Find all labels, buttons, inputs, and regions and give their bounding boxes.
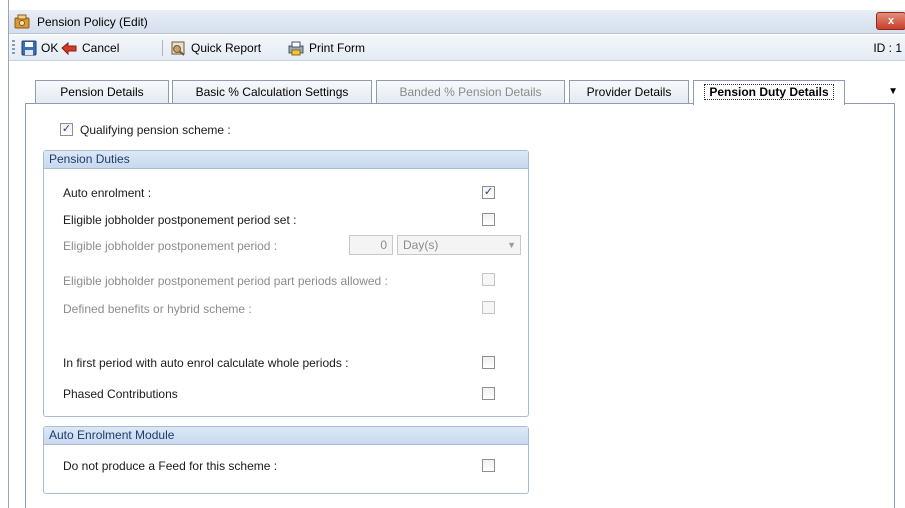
pension-duties-header: Pension Duties: [44, 151, 528, 169]
part-periods-label: Eligible jobholder postponement period p…: [63, 274, 388, 288]
toolbar: OK Cancel Quick Report Print Form ID: 1: [9, 35, 905, 61]
phased-contributions-checkbox[interactable]: [482, 387, 495, 400]
ok-label: OK: [41, 41, 59, 55]
print-form-button[interactable]: Print Form: [287, 39, 365, 57]
tab-banded-pension-details[interactable]: Banded % Pension Details: [376, 80, 565, 104]
postponement-set-checkbox[interactable]: [482, 213, 495, 226]
print-form-icon: [288, 41, 304, 56]
whole-periods-checkbox[interactable]: [482, 356, 495, 369]
close-button[interactable]: x: [876, 12, 905, 30]
part-periods-checkbox[interactable]: [482, 273, 495, 286]
save-icon: [21, 40, 37, 56]
toolbar-separator: [162, 40, 163, 56]
whole-periods-label: In first period with auto enrol calculat…: [63, 356, 349, 370]
print-form-label: Print Form: [309, 41, 366, 55]
cancel-button[interactable]: Cancel: [60, 39, 119, 57]
auto-enrolment-checkbox[interactable]: ✓: [482, 186, 495, 199]
auto-enrolment-label: Auto enrolment :: [63, 186, 152, 200]
no-feed-checkbox[interactable]: [482, 459, 495, 472]
defined-benefits-checkbox[interactable]: [482, 301, 495, 314]
tab-pension-duty-details[interactable]: Pension Duty Details: [693, 80, 845, 105]
phased-contributions-label: Phased Contributions: [63, 387, 178, 401]
pension-duties-group: Pension Duties Auto enrolment : ✓ Eligib…: [43, 150, 529, 417]
tab-strip: Pension Details Basic % Calculation Sett…: [9, 62, 905, 105]
report-icon: [171, 41, 185, 56]
postponement-unit-select[interactable]: Day(s) ▼: [397, 235, 521, 255]
qualifying-scheme-checkbox[interactable]: ✓: [60, 123, 73, 136]
toolbar-grip[interactable]: [12, 40, 15, 56]
postponement-period-input[interactable]: 0: [349, 235, 393, 255]
tab-basic-calculation-settings[interactable]: Basic % Calculation Settings: [172, 80, 372, 104]
ok-button[interactable]: OK: [21, 39, 58, 57]
postponement-unit-value: Day(s): [403, 238, 439, 252]
tab-provider-details[interactable]: Provider Details: [569, 80, 689, 104]
postponement-set-label: Eligible jobholder postponement period s…: [63, 213, 297, 227]
quick-report-label: Quick Report: [191, 41, 262, 55]
tab-pension-details[interactable]: Pension Details: [35, 80, 169, 104]
no-feed-label: Do not produce a Feed for this scheme :: [63, 459, 278, 473]
tab-overflow-icon[interactable]: ▼: [888, 86, 898, 97]
auto-enrolment-module-header: Auto Enrolment Module: [44, 427, 528, 445]
postponement-period-label: Eligible jobholder postponement period :: [63, 239, 278, 253]
pension-policy-window: Pension Policy (Edit) x OK Cancel Quick …: [8, 0, 905, 508]
pension-policy-icon: [14, 14, 30, 29]
chevron-down-icon: ▼: [507, 240, 516, 250]
record-id: ID : 1: [873, 41, 902, 55]
window-title: Pension Policy (Edit): [37, 15, 148, 29]
title-bar: Pension Policy (Edit) x: [9, 10, 905, 34]
auto-enrolment-module-group: Auto Enrolment Module Do not produce a F…: [43, 426, 529, 494]
qualifying-scheme-label: Qualifying pension scheme :: [80, 123, 231, 137]
tab-pension-duty-details-label: Pension Duty Details: [704, 84, 834, 100]
pension-duty-details-panel: ✓ Qualifying pension scheme : Pension Du…: [25, 104, 895, 508]
quick-report-button[interactable]: Quick Report: [170, 39, 261, 57]
undo-arrow-icon: [61, 41, 77, 56]
cancel-label: Cancel: [82, 41, 120, 55]
defined-benefits-label: Defined benefits or hybrid scheme :: [63, 302, 252, 316]
